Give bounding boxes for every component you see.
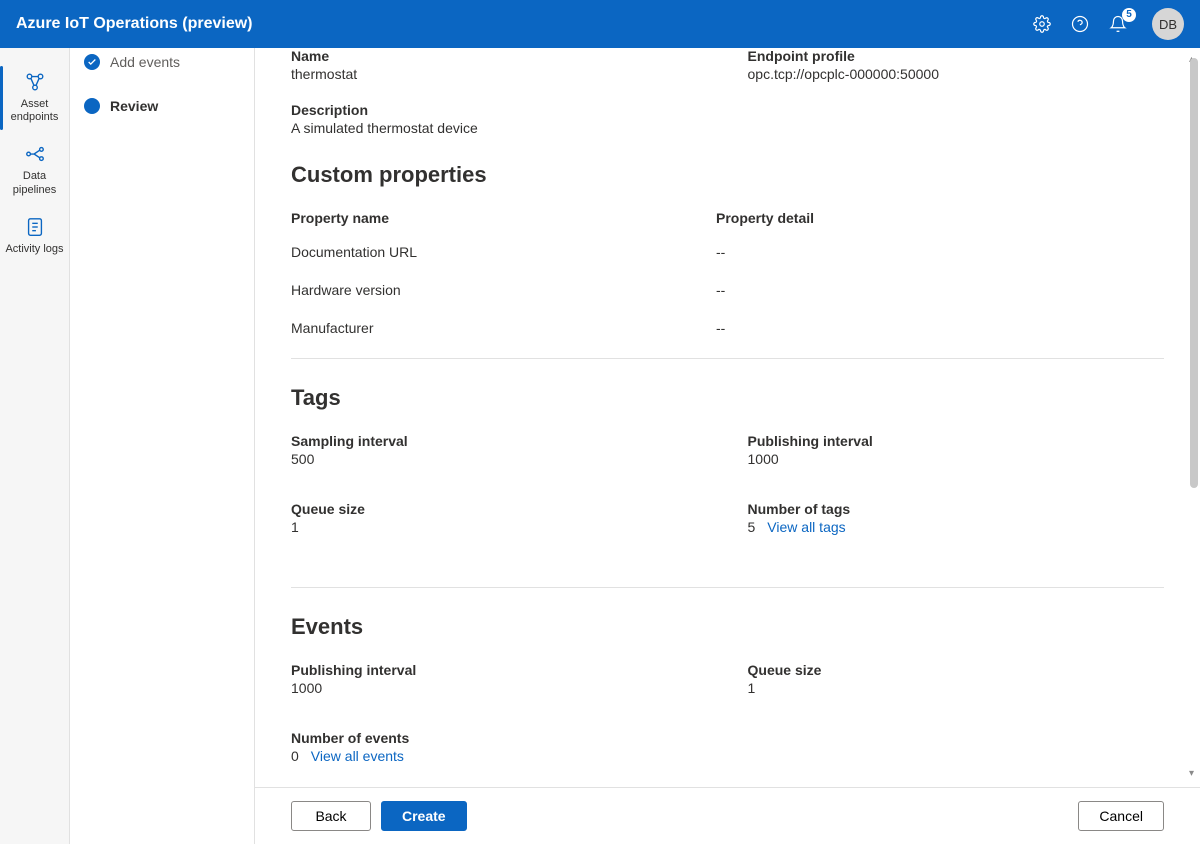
view-all-tags-link[interactable]: View all tags	[767, 519, 845, 535]
tag-count-label: Number of tags	[748, 501, 1165, 517]
view-all-events-link[interactable]: View all events	[311, 748, 404, 764]
scroll-down-icon[interactable]: ▾	[1189, 768, 1199, 778]
event-count-label: Number of events	[291, 730, 708, 746]
tags-heading: Tags	[291, 385, 1164, 411]
cancel-button[interactable]: Cancel	[1078, 801, 1164, 831]
queue-size-value: 1	[291, 519, 708, 535]
name-value: thermostat	[291, 66, 708, 82]
nav-label: Asset endpoints	[4, 98, 65, 124]
wizard-step-review[interactable]: Review	[84, 92, 240, 136]
create-button[interactable]: Create	[381, 801, 467, 831]
queue-size-label: Queue size	[291, 501, 708, 517]
avatar[interactable]: DB	[1152, 8, 1184, 40]
app-title: Azure IoT Operations (preview)	[16, 15, 1032, 33]
description-value: A simulated thermostat device	[291, 120, 708, 136]
events-publishing-value: 1000	[291, 680, 708, 696]
endpoints-icon	[23, 70, 47, 94]
nav-item-data-pipelines[interactable]: Data pipelines	[0, 134, 69, 206]
header-actions: 5 DB	[1032, 8, 1184, 40]
property-row: Hardware version --	[291, 282, 1164, 298]
endpoint-profile-label: Endpoint profile	[748, 48, 1165, 64]
description-label: Description	[291, 102, 708, 118]
settings-icon[interactable]	[1032, 14, 1052, 34]
tag-count-value: 5	[748, 519, 756, 535]
property-name: Hardware version	[291, 282, 716, 298]
sampling-interval-label: Sampling interval	[291, 433, 708, 449]
notification-badge: 5	[1122, 8, 1136, 22]
wizard-steps-panel: Add events Review	[70, 48, 255, 844]
property-detail: --	[716, 244, 1164, 260]
custom-properties-heading: Custom properties	[291, 162, 1164, 188]
events-publishing-label: Publishing interval	[291, 662, 708, 678]
property-name: Documentation URL	[291, 244, 716, 260]
property-name: Manufacturer	[291, 320, 716, 336]
help-icon[interactable]	[1070, 14, 1090, 34]
active-dot-icon	[84, 98, 100, 114]
top-header: Azure IoT Operations (preview) 5 DB	[0, 0, 1200, 48]
endpoint-profile-value: opc.tcp://opcplc-000000:50000	[748, 66, 1165, 82]
name-label: Name	[291, 48, 708, 64]
publishing-interval-value: 1000	[748, 451, 1165, 467]
pipelines-icon	[23, 142, 47, 166]
property-detail: --	[716, 282, 1164, 298]
nav-item-asset-endpoints[interactable]: Asset endpoints	[0, 62, 69, 134]
back-button[interactable]: Back	[291, 801, 371, 831]
logs-icon	[23, 215, 47, 239]
property-detail: --	[716, 320, 1164, 336]
scrollbar[interactable]: ▴ ▾	[1188, 58, 1198, 774]
nav-label: Activity logs	[5, 243, 63, 256]
footer-bar: Back Create Cancel	[255, 787, 1200, 844]
wizard-step-label: Add events	[110, 54, 180, 70]
scrollbar-thumb[interactable]	[1190, 58, 1198, 488]
check-icon	[84, 54, 100, 70]
divider	[291, 587, 1164, 588]
sampling-interval-value: 500	[291, 451, 708, 467]
property-row: Documentation URL --	[291, 244, 1164, 260]
nav-label: Data pipelines	[4, 170, 65, 196]
events-heading: Events	[291, 614, 1164, 640]
property-name-header: Property name	[291, 210, 716, 226]
property-row: Manufacturer --	[291, 320, 1164, 336]
nav-rail: Asset endpoints Data pipelines Activity …	[0, 48, 70, 844]
main-content: Name thermostat Endpoint profile opc.tcp…	[255, 48, 1200, 787]
divider	[291, 358, 1164, 359]
wizard-step-label: Review	[110, 98, 158, 114]
notification-icon[interactable]: 5	[1108, 14, 1128, 34]
publishing-interval-label: Publishing interval	[748, 433, 1165, 449]
nav-item-activity-logs[interactable]: Activity logs	[0, 207, 69, 266]
events-queue-label: Queue size	[748, 662, 1165, 678]
property-detail-header: Property detail	[716, 210, 1164, 226]
wizard-step-add-events[interactable]: Add events	[84, 48, 240, 92]
events-queue-value: 1	[748, 680, 1165, 696]
event-count-value: 0	[291, 748, 299, 764]
